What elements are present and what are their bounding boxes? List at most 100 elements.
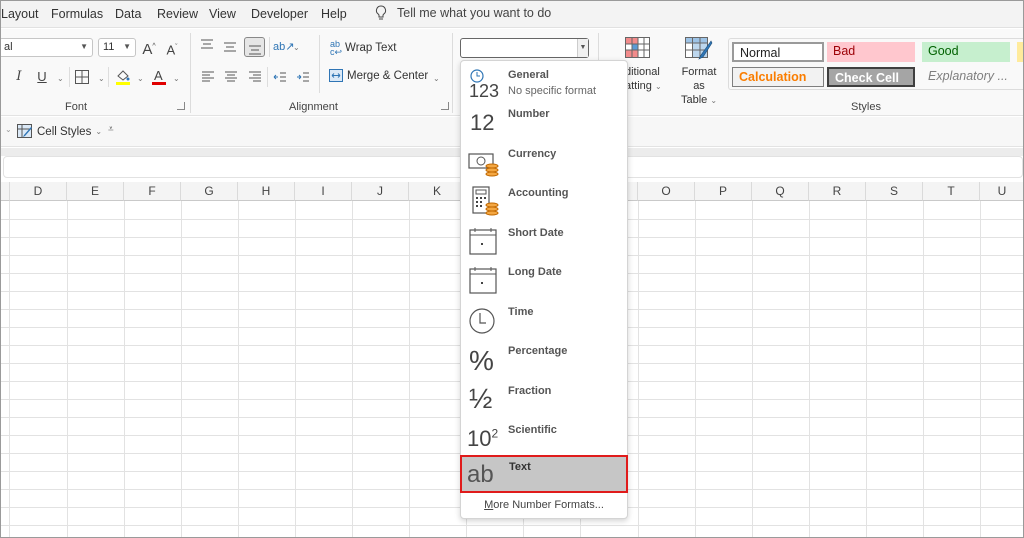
increase-indent-icon[interactable] [296,71,310,83]
conditional-formatting-label-1: ditional [625,66,660,78]
format-as-table-icon[interactable] [685,37,713,61]
format-label: General [508,69,549,81]
clock-icon [467,304,501,336]
font-size-combo[interactable]: 11 ▼ [98,38,136,57]
align-middle-icon[interactable] [223,41,237,53]
conditional-formatting-icon[interactable] [625,37,651,59]
chevron-down-icon[interactable]: ▼ [577,39,588,57]
grid-column-line [181,201,182,537]
style-good[interactable]: Good [922,42,1010,62]
chevron-down-icon[interactable]: ⌄ [5,125,12,134]
lightbulb-icon [375,5,387,20]
align-top-icon[interactable] [200,39,214,51]
format-item-percentage[interactable]: % Percentage [461,339,627,378]
style-check-cell[interactable]: Check Cell [827,67,915,87]
format-item-scientific[interactable]: 102 Scientific [461,418,627,457]
style-bad[interactable]: Bad [827,42,915,62]
accounting-icon [467,185,501,217]
style-followed-hyperlink-partial[interactable]: F [1017,67,1023,87]
column-header-k[interactable]: K [409,182,466,201]
decrease-indent-icon[interactable] [273,71,287,83]
align-center-icon[interactable] [224,71,238,83]
column-header-j[interactable]: J [352,182,409,201]
format-item-number[interactable]: 12 Number [461,102,627,141]
format-sublabel: No specific format [508,85,597,97]
column-header-r[interactable]: R [809,182,866,201]
chevron-down-icon[interactable]: ⌄ [173,74,180,83]
style-normal[interactable]: Normal [732,42,824,62]
increase-font-size-icon[interactable]: A^ [141,39,157,58]
column-header-h[interactable]: H [238,182,295,201]
menu-view[interactable]: View [209,7,236,21]
style-explanatory[interactable]: Explanatory ... [922,67,1014,87]
format-item-short-date[interactable]: Short Date [461,221,627,260]
align-right-icon[interactable] [248,71,262,83]
customize-toolbar-icon[interactable]: ⩡ [108,124,114,135]
column-header-p[interactable]: P [695,182,752,201]
currency-icon [467,146,501,178]
format-item-accounting[interactable]: Accounting [461,181,627,220]
column-header-s[interactable]: S [866,182,923,201]
column-header-q[interactable]: Q [752,182,809,201]
chevron-down-icon[interactable]: ⌄ [433,74,440,83]
cell-styles-button[interactable]: Cell Styles ⌄ [17,124,102,139]
alignment-dialog-launcher-icon[interactable] [441,102,449,110]
style-explanatory-label: Explanatory ... [928,69,1008,83]
wrap-text-button[interactable]: ab c↩ Wrap Text [330,39,396,57]
font-name-combo[interactable]: al ▼ [1,38,93,57]
align-left-icon[interactable] [201,71,215,83]
chevron-down-icon[interactable]: ⌄ [293,43,300,52]
format-as-table-button[interactable]: Format as Table ⌄ [675,65,723,108]
grid-column-line [295,201,296,537]
grid-column-line [866,201,867,537]
column-header-u[interactable]: U [980,182,1023,201]
menu-developer[interactable]: Developer [251,7,308,21]
format-item-time[interactable]: Time [461,300,627,339]
merge-center-button[interactable]: Merge & Center [329,69,428,82]
decrease-font-size-icon[interactable]: Aˇ [165,40,179,58]
format-item-general[interactable]: 123 General No specific format [461,63,627,102]
wrap-text-icon: ab c↩ [330,39,343,57]
svg-text:123: 123 [469,81,499,99]
fill-color-icon[interactable] [115,68,131,86]
format-item-fraction[interactable]: ½ Fraction [461,379,627,418]
format-label: Text [509,461,531,473]
tell-me-search[interactable]: Tell me what you want to do [375,5,551,21]
chevron-down-icon[interactable]: ⌄ [137,74,144,83]
column-header-o[interactable]: O [638,182,695,201]
menu-help[interactable]: Help [321,7,347,21]
grid-column-line [923,201,924,537]
column-header-g[interactable]: G [181,182,238,201]
divider [108,67,109,87]
format-item-long-date[interactable]: Long Date [461,260,627,299]
column-header-e[interactable]: E [67,182,124,201]
number-format-combo[interactable]: ▼ [460,38,589,58]
column-header-i[interactable]: I [295,182,352,201]
conditional-formatting-button[interactable]: ditional atting ⌄ [625,65,662,94]
column-header-t[interactable]: T [923,182,980,201]
italic-icon[interactable]: I [13,69,25,85]
style-calculation[interactable]: Calculation [732,67,824,87]
font-dialog-launcher-icon[interactable] [177,102,185,110]
menu-data[interactable]: Data [115,7,141,21]
format-item-text[interactable]: ab Text [460,455,628,493]
orientation-icon[interactable]: ab↗ [273,39,294,55]
borders-icon[interactable] [75,70,89,84]
align-bottom-button[interactable] [244,37,265,57]
column-header-f[interactable]: F [124,182,181,201]
font-color-icon[interactable]: A [151,68,167,86]
chevron-down-icon[interactable]: ⌄ [98,74,105,83]
style-normal-label: Normal [740,46,781,60]
scientific-icon: 102 [467,426,499,451]
cell-styles-gallery: Normal Bad Good N Calculation Check Cell… [728,38,1023,90]
underline-icon[interactable]: U [36,69,48,85]
menu-formulas[interactable]: Formulas [51,7,103,21]
chevron-down-icon[interactable]: ⌄ [57,74,64,83]
menu-review[interactable]: Review [157,7,198,21]
group-separator [452,33,453,113]
style-neutral-partial[interactable]: N [1017,42,1023,62]
format-item-currency[interactable]: Currency [461,142,627,181]
menu-layout[interactable]: Layout [1,7,39,21]
column-header-d[interactable]: D [10,182,67,201]
more-number-formats-link[interactable]: More Number Formats... [461,499,627,511]
